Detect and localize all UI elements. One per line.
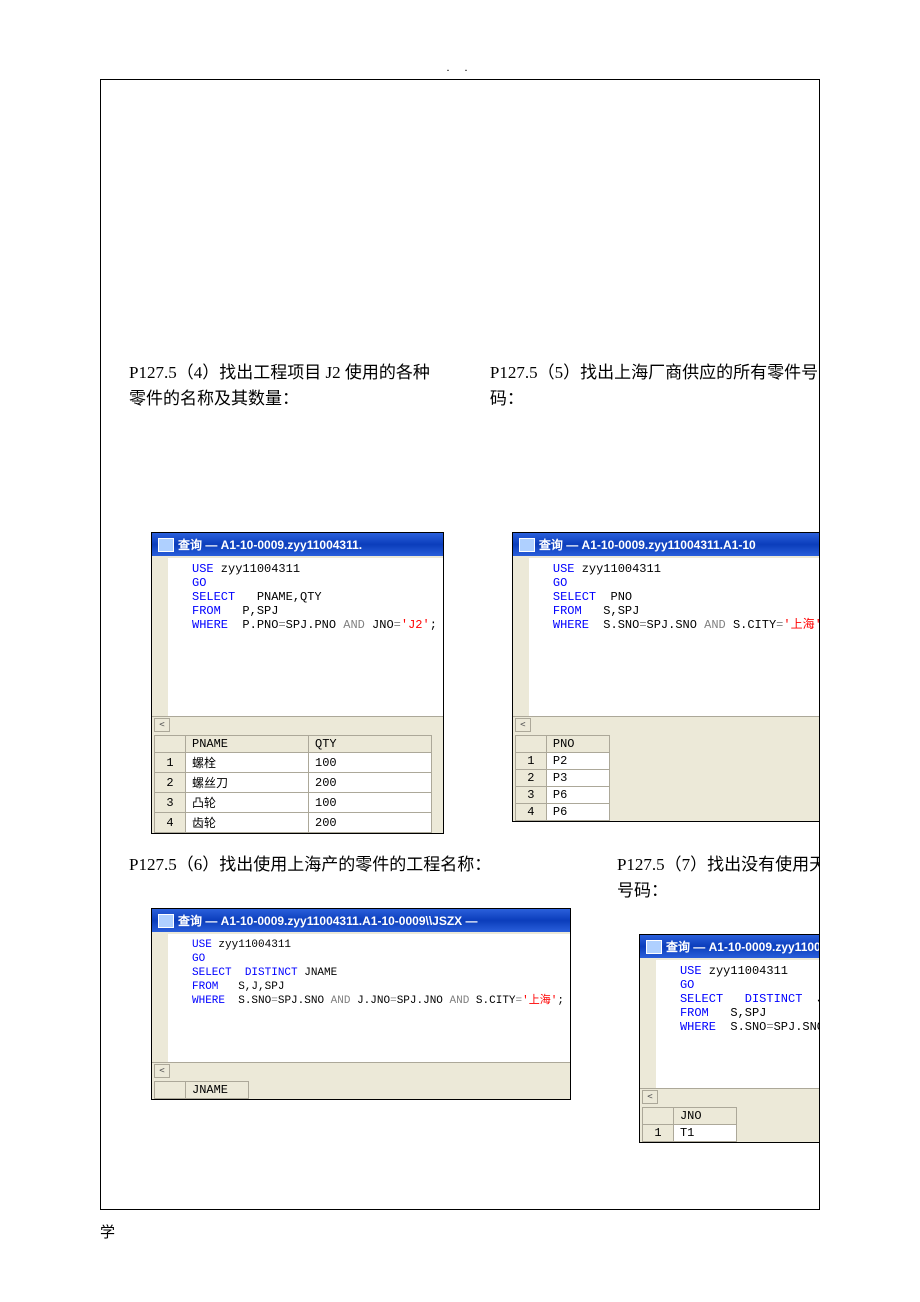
window-icon bbox=[519, 538, 535, 552]
column-header: JNO bbox=[673, 1108, 736, 1125]
table-row[interactable]: 3P6 bbox=[515, 787, 609, 804]
header-dots: . . bbox=[0, 60, 920, 79]
window-icon bbox=[646, 940, 662, 954]
screenshot-q6: 查询 — A1-10-0009.zyy11004311.A1-10-0009\\… bbox=[151, 908, 571, 1100]
q4-window-title: 查询 — A1-10-0009.zyy11004311. bbox=[178, 536, 362, 553]
window-icon bbox=[158, 538, 174, 552]
q6-result-grid: JNAME bbox=[152, 1079, 570, 1099]
q5-sql-editor[interactable]: USE zyy11004311 GO SELECT PNO FROM S,SPJ… bbox=[513, 556, 820, 716]
question-4-heading: P127.5（4）找出工程项目 J2 使用的各种零件的名称及其数量： bbox=[109, 360, 450, 422]
q6-window-title: 查询 — A1-10-0009.zyy11004311.A1-10-0009\\… bbox=[178, 912, 478, 929]
q7-sql-editor[interactable]: USE zyy11004311 GO SELECT DISTINCT JNO F… bbox=[640, 958, 820, 1088]
table-row[interactable]: 1T1 bbox=[642, 1125, 736, 1142]
q4-result-grid: PNAMEQTY1螺栓1002螺丝刀2003凸轮1004齿轮200 bbox=[152, 733, 443, 833]
footer-fragment: 学 bbox=[100, 1221, 115, 1242]
scroll-left-icon[interactable]: < bbox=[154, 718, 170, 732]
question-6-heading: P127.5（6）找出使用上海产的零件的工程名称： bbox=[109, 852, 577, 888]
table-row[interactable]: 3凸轮100 bbox=[155, 793, 432, 813]
q7-window-title: 查询 — A1-10-0009.zyy11004311.A1-10 bbox=[666, 938, 820, 955]
q5-result-grid: PNO1P22P33P64P6 bbox=[513, 733, 820, 821]
table-row[interactable]: 2螺丝刀200 bbox=[155, 773, 432, 793]
table-row[interactable]: 4齿轮200 bbox=[155, 813, 432, 833]
q6-scrollbar[interactable]: < bbox=[152, 1062, 570, 1079]
scroll-left-icon[interactable]: < bbox=[154, 1064, 170, 1078]
q4-sql-editor[interactable]: USE zyy11004311 GO SELECT PNAME,QTY FROM… bbox=[152, 556, 443, 716]
scroll-left-icon[interactable]: < bbox=[642, 1090, 658, 1104]
column-header: PNAME bbox=[186, 736, 309, 753]
table-row[interactable]: 4P6 bbox=[515, 804, 609, 821]
q7-window-titlebar: 查询 — A1-10-0009.zyy11004311.A1-10 bbox=[640, 935, 820, 958]
table-row[interactable]: 1螺栓100 bbox=[155, 753, 432, 773]
question-7-heading: P127.5（7）找出没有使用天津产的零件的工程号码： bbox=[597, 852, 820, 914]
window-icon bbox=[158, 914, 174, 928]
scroll-left-icon[interactable]: < bbox=[515, 718, 531, 732]
screenshot-q5: 查询 — A1-10-0009.zyy11004311.A1-10 USE zy… bbox=[512, 532, 820, 822]
q7-result-grid: JNO1T1 bbox=[640, 1105, 820, 1142]
screenshot-q4: 查询 — A1-10-0009.zyy11004311. USE zyy1100… bbox=[151, 532, 444, 834]
table-row[interactable]: 2P3 bbox=[515, 770, 609, 787]
column-header: PNO bbox=[546, 736, 609, 753]
column-header: QTY bbox=[309, 736, 432, 753]
question-5-heading: P127.5（5）找出上海厂商供应的所有零件号码： bbox=[470, 360, 820, 422]
screenshot-q7: 查询 — A1-10-0009.zyy11004311.A1-10 USE zy… bbox=[639, 934, 820, 1143]
q4-scrollbar[interactable]: < bbox=[152, 716, 443, 733]
q5-window-titlebar: 查询 — A1-10-0009.zyy11004311.A1-10 bbox=[513, 533, 820, 556]
q5-scrollbar[interactable]: < bbox=[513, 716, 820, 733]
q6-window-titlebar: 查询 — A1-10-0009.zyy11004311.A1-10-0009\\… bbox=[152, 909, 570, 932]
q5-window-title: 查询 — A1-10-0009.zyy11004311.A1-10 bbox=[539, 536, 756, 553]
q6-sql-editor[interactable]: USE zyy11004311 GO SELECT DISTINCT JNAME… bbox=[152, 932, 570, 1062]
column-header: JNAME bbox=[186, 1082, 249, 1099]
q7-scrollbar[interactable]: < bbox=[640, 1088, 820, 1105]
q4-window-titlebar: 查询 — A1-10-0009.zyy11004311. bbox=[152, 533, 443, 556]
page-content-frame: P127.5（4）找出工程项目 J2 使用的各种零件的名称及其数量： 查询 — … bbox=[100, 80, 820, 1210]
table-row[interactable]: 1P2 bbox=[515, 753, 609, 770]
